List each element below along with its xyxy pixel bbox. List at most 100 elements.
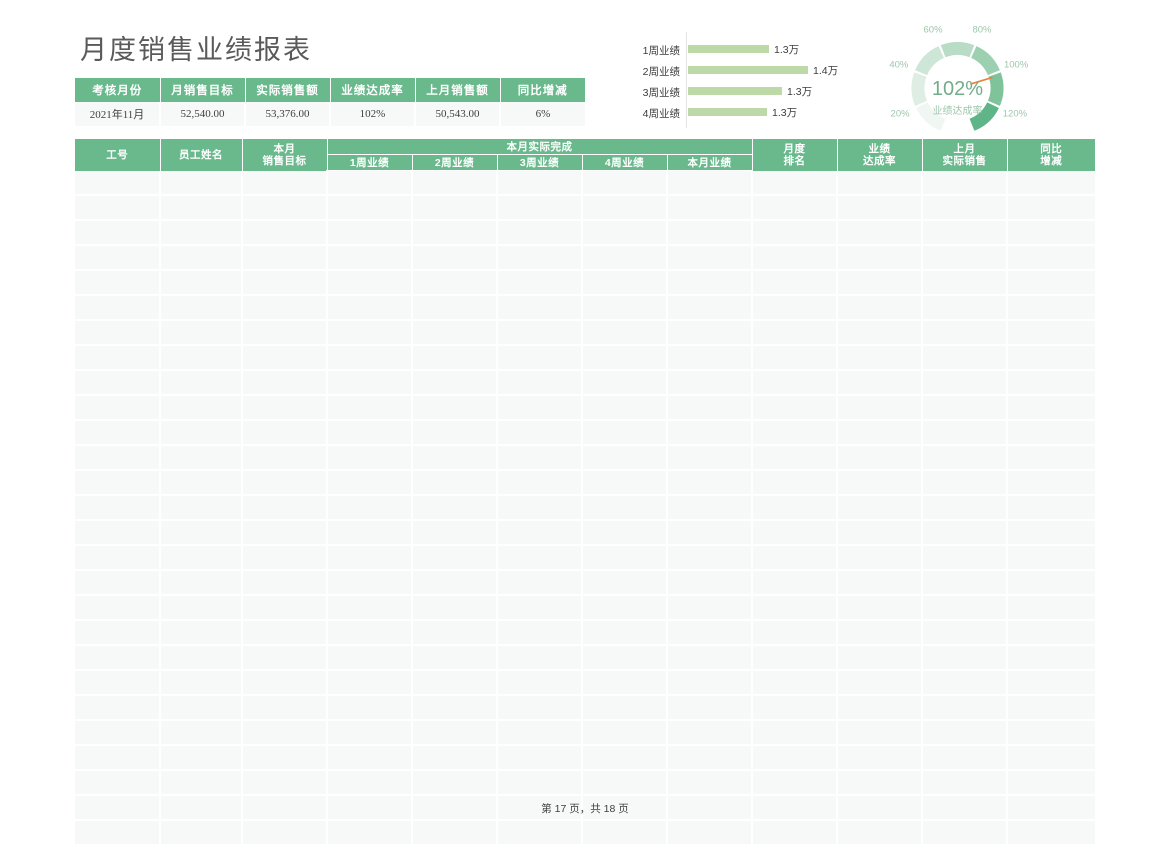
th-month-target: 本月 销售目标 [242,139,328,171]
table-cell [837,495,924,521]
table-cell [412,295,498,321]
gauge-segment [971,46,1000,76]
gauge-tick-label: 120% [1002,108,1028,120]
table-cell [582,395,668,421]
bar-row: 2周业绩 1.4万 [632,61,838,81]
table-cell [837,395,924,421]
table-cell [75,620,161,646]
bar-value-label: 1.3万 [772,107,798,119]
table-cell [327,645,413,671]
table-cell [922,420,1009,446]
table-cell [582,345,668,371]
table-cell [160,645,243,671]
table-cell [412,520,498,546]
table-row [75,495,1096,521]
th-yoy: 同比 增减 [1007,139,1096,171]
table-cell [160,420,243,446]
table-cell [752,295,839,321]
table-cell [497,270,583,296]
table-cell [752,570,839,596]
table-cell [752,620,839,646]
table-cell [922,320,1009,346]
table-cell [837,645,924,671]
table-cell [242,645,328,671]
table-cell [160,220,243,246]
table-cell [922,595,1009,621]
table-cell [242,595,328,621]
table-header-row-1: 工号 员工姓名 本月 销售目标 本月实际完成 月度 排名 业绩 达成率 上月 实… [75,139,1096,171]
table-row [75,670,1096,696]
table-cell [582,620,668,646]
table-cell [497,445,583,471]
table-cell [837,820,924,846]
table-cell [667,295,754,321]
table-cell [412,345,498,371]
page-title: 月度销售业绩报表 [80,35,312,65]
gauge-value-label: 102% [931,78,984,100]
table-cell [160,570,243,596]
table-cell [412,195,498,221]
table-cell [752,395,839,421]
table-cell [497,745,583,771]
table-cell [752,770,839,796]
table-cell [160,270,243,296]
table-cell [75,595,161,621]
bar-fill [688,108,767,116]
table-cell [412,695,498,721]
table-row [75,820,1096,846]
gauge-tick-label: 80% [972,24,992,36]
summary-value-yoy: 6% [500,102,585,128]
table-cell [837,695,924,721]
table-cell [667,245,754,271]
table-cell [582,320,668,346]
table-row [75,570,1096,596]
summary-col-target: 月销售目标 [160,78,246,102]
table-cell [922,720,1009,746]
th-week2: 2周业绩 [412,154,498,171]
table-row [75,695,1096,721]
table-cell [667,445,754,471]
table-row [75,195,1096,221]
table-cell [752,645,839,671]
table-cell [667,745,754,771]
table-cell [752,345,839,371]
table-cell [582,570,668,596]
table-cell [497,245,583,271]
table-cell [327,520,413,546]
table-cell [1007,220,1096,246]
table-cell [160,245,243,271]
th-group-month-actual: 本月实际完成 [327,139,753,155]
table-cell [242,170,328,196]
table-cell [497,645,583,671]
table-cell [160,595,243,621]
th-week3: 3周业绩 [497,154,583,171]
bar-category-label: 3周业绩 [642,87,680,99]
table-cell [752,320,839,346]
table-cell [667,595,754,621]
table-cell [160,395,243,421]
table-cell [582,695,668,721]
table-cell [837,245,924,271]
table-cell [1007,770,1096,796]
table-cell [497,695,583,721]
table-cell [582,470,668,496]
table-row [75,345,1096,371]
table-cell [582,720,668,746]
table-row [75,170,1096,196]
table-cell [75,745,161,771]
table-cell [412,595,498,621]
table-cell [75,720,161,746]
table-cell [1007,595,1096,621]
table-cell [242,370,328,396]
table-cell [412,670,498,696]
table-cell [497,770,583,796]
table-cell [75,295,161,321]
table-cell [752,420,839,446]
table-cell [497,195,583,221]
table-cell [837,445,924,471]
table-cell [922,495,1009,521]
table-cell [752,820,839,846]
table-cell [837,220,924,246]
table-cell [667,770,754,796]
table-cell [75,470,161,496]
